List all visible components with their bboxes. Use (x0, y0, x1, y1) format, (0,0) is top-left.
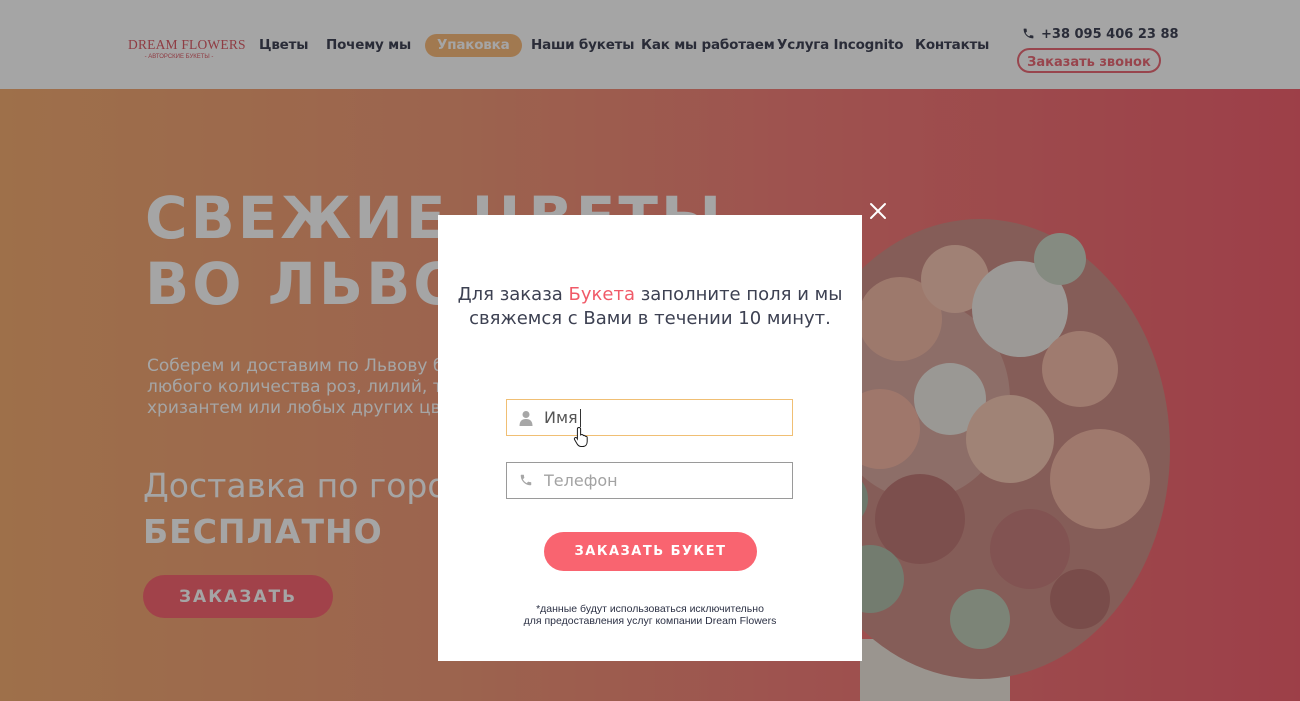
phone-input[interactable] (544, 463, 784, 498)
name-field[interactable] (506, 399, 793, 436)
close-icon[interactable] (866, 199, 890, 223)
heading-accent: Букета (568, 284, 635, 305)
heading-text-before: Для заказа (457, 284, 569, 305)
order-modal: Для заказа Букета заполните поля и мы св… (438, 215, 862, 661)
phone-icon (520, 474, 532, 486)
phone-field[interactable] (506, 462, 793, 499)
user-icon (519, 411, 533, 426)
disclaimer-line-1: *данные будут использоваться исключитель… (536, 603, 764, 615)
disclaimer-line-2: для предоставления услуг компании Dream … (523, 615, 777, 627)
modal-heading: Для заказа Букета заполните поля и мы св… (438, 283, 862, 331)
disclaimer: *данные будут использоваться исключитель… (438, 603, 862, 627)
order-bouquet-button[interactable]: ЗАКАЗАТЬ БУКЕТ (544, 532, 757, 571)
text-caret (580, 409, 581, 427)
hand-pointer-icon (573, 426, 588, 447)
